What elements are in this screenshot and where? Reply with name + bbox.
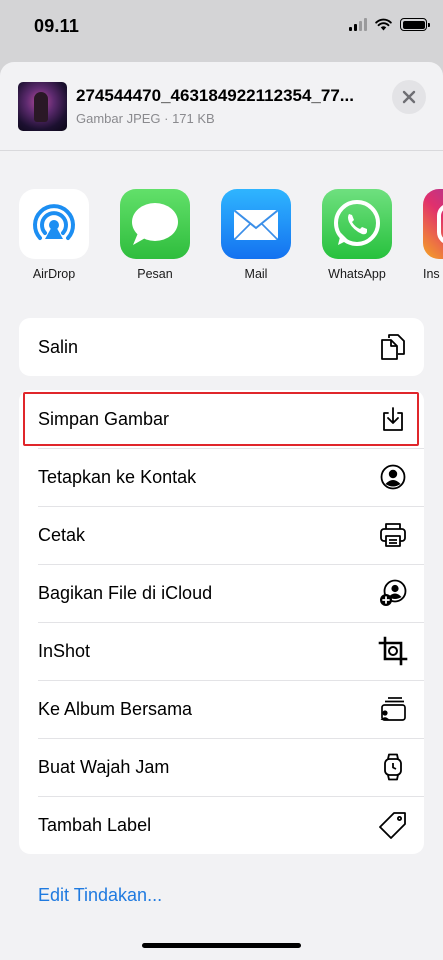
action-salin[interactable]: Salin (19, 318, 424, 376)
whatsapp-icon (322, 189, 392, 259)
app-airdrop[interactable]: AirDrop (9, 189, 99, 281)
copy-icon (378, 332, 408, 362)
action-label: Salin (38, 336, 79, 357)
apps-row[interactable]: AirDrop Pesan Mail WhatsApp Ins (0, 189, 443, 289)
action-tambah-label[interactable]: Tambah Label (19, 796, 424, 854)
home-indicator (142, 943, 301, 948)
app-label: Mail (244, 267, 268, 281)
action-label: Cetak (38, 524, 86, 545)
action-tetapkan-kontak[interactable]: Tetapkan ke Kontak (19, 448, 424, 506)
file-meta: Gambar JPEG · 171 KB (76, 111, 215, 126)
share-sheet: 274544470_463184922112354_77... Gambar J… (0, 62, 443, 960)
watch-icon (378, 752, 408, 782)
action-group-main: Simpan Gambar Tetapkan ke Kontak Cetak B… (19, 390, 424, 854)
image-thumbnail (18, 82, 67, 131)
status-bar: 09.11 (0, 0, 443, 56)
close-icon (402, 90, 416, 104)
file-name: 274544470_463184922112354_77... (76, 86, 354, 105)
action-label: Buat Wajah Jam (38, 756, 170, 777)
app-label: Ins (423, 267, 440, 281)
app-label: AirDrop (32, 267, 76, 281)
mail-icon (221, 189, 291, 259)
airdrop-icon (19, 189, 89, 259)
wifi-icon (375, 18, 392, 31)
close-button[interactable] (392, 80, 426, 114)
action-label: InShot (38, 640, 91, 661)
app-pesan[interactable]: Pesan (110, 189, 200, 281)
cellular-signal-icon (349, 18, 367, 31)
action-buat-wajah-jam[interactable]: Buat Wajah Jam (19, 738, 424, 796)
app-whatsapp[interactable]: WhatsApp (312, 189, 402, 281)
highlight-box (23, 392, 419, 446)
battery-icon (400, 18, 430, 31)
status-time: 09.11 (34, 16, 80, 36)
action-label: Tambah Label (38, 814, 152, 835)
action-ke-album-bersama[interactable]: Ke Album Bersama (19, 680, 424, 738)
app-instagram[interactable]: Ins (413, 189, 443, 281)
app-label: WhatsApp (328, 267, 386, 281)
status-icons (349, 18, 430, 31)
action-label: Bagikan File di iCloud (38, 582, 213, 603)
action-inshot[interactable]: InShot (19, 622, 424, 680)
action-label: Tetapkan ke Kontak (38, 466, 197, 487)
action-group-copy: Salin (19, 318, 424, 376)
tag-icon (378, 810, 408, 840)
shared-album-icon (378, 694, 408, 724)
sheet-header: 274544470_463184922112354_77... Gambar J… (0, 62, 443, 150)
messages-icon (120, 189, 190, 259)
print-icon (378, 520, 408, 550)
action-bagikan-icloud[interactable]: Bagikan File di iCloud (19, 564, 424, 622)
instagram-icon (423, 189, 443, 259)
crop-icon (378, 636, 408, 666)
action-cetak[interactable]: Cetak (19, 506, 424, 564)
app-label: Pesan (137, 267, 173, 281)
icloud-share-icon (378, 578, 408, 608)
app-mail[interactable]: Mail (211, 189, 301, 281)
header-divider (0, 150, 443, 151)
action-label: Ke Album Bersama (38, 698, 193, 719)
contact-icon (378, 462, 408, 492)
edit-actions-link[interactable]: Edit Tindakan... (38, 885, 162, 906)
